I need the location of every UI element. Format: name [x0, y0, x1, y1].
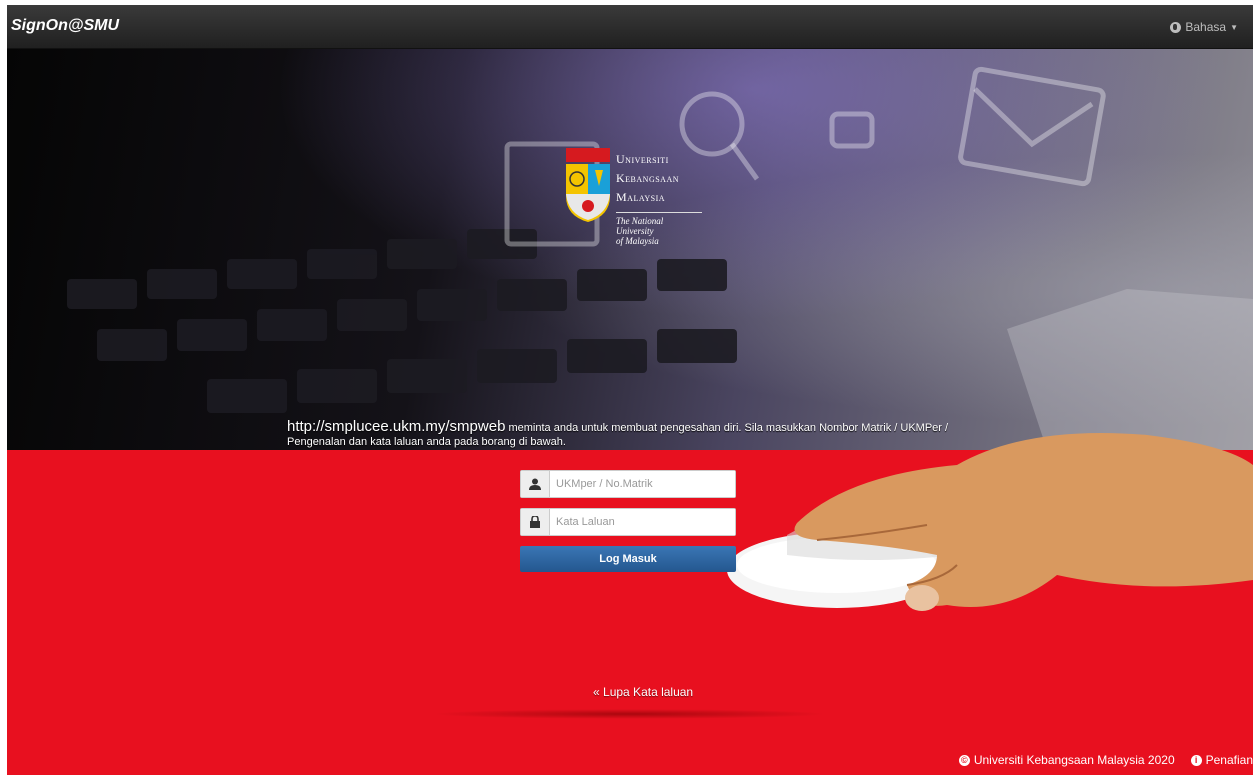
top-navbar: SignOn@SMU Bahasa ▼ — [7, 5, 1253, 49]
university-name-line2: Kebangsaan — [616, 171, 680, 185]
globe-icon — [1170, 21, 1182, 33]
hero-banner: Universiti Kebangsaan Malaysia The Natio… — [7, 49, 1253, 450]
disclaimer-label: Penafian — [1205, 753, 1253, 767]
password-input[interactable] — [550, 509, 735, 535]
ukm-logo: Universiti Kebangsaan Malaysia The Natio… — [564, 146, 704, 246]
caret-down-icon: ▼ — [1230, 22, 1238, 32]
auth-message: http://smplucee.ukm.my/smpweb meminta an… — [287, 418, 987, 449]
info-icon: i — [1190, 754, 1202, 766]
university-subtitle-line2: of Malaysia — [616, 236, 659, 246]
language-label: Bahasa — [1185, 20, 1227, 34]
footer: © Universiti Kebangsaan Malaysia 2020 i … — [958, 753, 1253, 767]
password-field-group — [520, 508, 736, 536]
chevron-left-icon: « — [593, 685, 600, 699]
page-frame: SignOn@SMU Bahasa ▼ Universiti Kebangsaa… — [7, 5, 1253, 775]
decorative-shadow — [432, 709, 827, 719]
brand-logo[interactable]: SignOn@SMU — [11, 17, 119, 35]
login-form: Log Masuk — [520, 470, 736, 572]
username-input[interactable] — [550, 471, 735, 497]
forgot-password-link[interactable]: « Lupa Kata laluan — [593, 685, 693, 699]
copyright-notice: © Universiti Kebangsaan Malaysia 2020 — [958, 753, 1175, 767]
lock-icon — [521, 509, 550, 535]
copyright-text: Universiti Kebangsaan Malaysia 2020 — [973, 753, 1175, 767]
copyright-icon: © — [958, 754, 970, 766]
disclaimer-link[interactable]: i Penafian — [1190, 753, 1253, 767]
service-url: http://smplucee.ukm.my/smpweb — [287, 418, 506, 435]
university-crest-icon — [566, 148, 610, 222]
university-name: Universiti Kebangsaan Malaysia The Natio… — [616, 150, 702, 246]
language-dropdown[interactable]: Bahasa ▼ — [1170, 20, 1238, 34]
user-icon — [521, 471, 550, 497]
login-button[interactable]: Log Masuk — [520, 546, 736, 572]
university-name-line3: Malaysia — [616, 190, 666, 204]
university-subtitle: The National University of Malaysia — [616, 212, 702, 246]
university-name-line1: Universiti — [616, 152, 669, 166]
university-subtitle-line1: The National University — [616, 216, 664, 236]
keyboard-background-image — [67, 66, 1253, 450]
forgot-password-label: Lupa Kata laluan — [603, 685, 694, 699]
username-field-group — [520, 470, 736, 498]
